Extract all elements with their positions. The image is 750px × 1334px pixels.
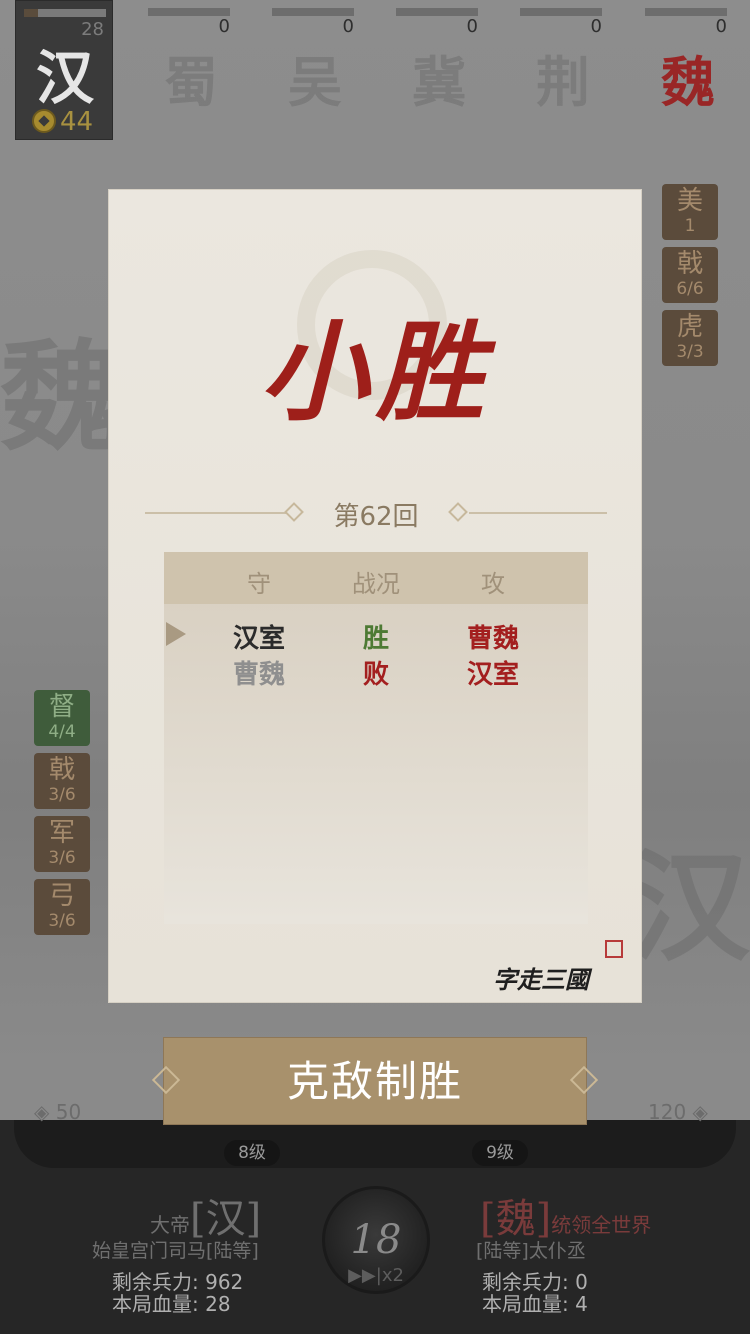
turn-counter-dial[interactable]: 18 ▶▶|x2 [322, 1186, 430, 1294]
coin-icon [32, 109, 56, 133]
left-level-badge: 8级 [224, 1140, 280, 1166]
left-power: ◈ 50 [34, 1100, 82, 1124]
game-signature: 字走三國 [493, 965, 589, 994]
skill-chip-char: 军 [48, 818, 75, 848]
skill-chip-jun[interactable]: 军 3/6 [34, 816, 90, 872]
faction-glyph: 魏 [661, 50, 715, 114]
skill-chip-value: 6/6 [676, 279, 704, 299]
table-header: 守 战况 攻 [164, 552, 588, 604]
speed-toggle[interactable]: ▶▶|x2 [325, 1265, 427, 1286]
faction-glyph: 蜀 [164, 50, 218, 114]
faction-wei[interactable]: 0 魏 [645, 0, 729, 114]
background-ink-wei: 魏 [0, 327, 120, 468]
faction-progress-bar [272, 8, 354, 16]
faction-count: 0 [466, 16, 478, 37]
fist-icon: ◈ [692, 1100, 708, 1124]
right-player-subtitle: [陆等]太仆丞 [476, 1240, 586, 1262]
turn-number: 18 [350, 1217, 402, 1263]
row1-attacker: 曹魏 [466, 624, 519, 654]
faction-count: 0 [715, 16, 727, 37]
current-row-arrow-icon [166, 622, 186, 646]
skill-chip-value: 3/3 [676, 342, 704, 362]
faction-ji[interactable]: 0 冀 [396, 0, 480, 114]
header-attacker: 攻 [481, 570, 505, 598]
left-hp: 本局血量: 28 [112, 1292, 231, 1316]
faction-count: 0 [218, 16, 230, 37]
skill-chip-value: 4/4 [48, 722, 76, 742]
skill-chip-value: 3/6 [48, 911, 76, 931]
confirm-victory-button[interactable]: 克敌制胜 [151, 1037, 599, 1125]
player-faction-glyph: 汉 [36, 44, 95, 112]
faction-progress-bar [520, 8, 602, 16]
skill-chip-value: 3/6 [48, 848, 76, 868]
faction-progress-bar [396, 8, 478, 16]
skill-chip-ji[interactable]: 戟 6/6 [662, 247, 718, 303]
bottom-arc [14, 1120, 736, 1168]
faction-glyph: 荆 [536, 50, 590, 114]
fist-icon: ◈ [34, 1100, 50, 1124]
faction-count: 0 [590, 16, 602, 37]
background-ink-han: 汉 [630, 837, 750, 978]
faction-progress-bar [148, 8, 230, 16]
skill-chip-char: 戟 [676, 249, 703, 279]
faction-jing[interactable]: 0 荆 [520, 0, 604, 114]
player-progress-bar [24, 9, 106, 17]
right-hp: 本局血量: 4 [482, 1292, 588, 1316]
faction-glyph: 冀 [412, 50, 466, 114]
skill-chip-char: 督 [48, 692, 75, 722]
right-level-badge: 9级 [472, 1140, 528, 1166]
faction-progress-bar [645, 8, 727, 16]
faction-count: 0 [342, 16, 354, 37]
skill-chip-char: 戟 [48, 755, 75, 785]
battle-result-modal: 小胜 第62回 守 战况 攻 汉室 胜 曹魏 曹魏 败 汉室 字走三國 [108, 189, 642, 1003]
left-player-subtitle: 始皇宫门司马[陆等] [92, 1240, 259, 1262]
skill-chip-gong[interactable]: 弓 3/6 [34, 879, 90, 935]
skill-chip-ji[interactable]: 戟 3/6 [34, 753, 90, 809]
battle-table: 守 战况 攻 汉室 胜 曹魏 曹魏 败 汉室 [164, 552, 588, 924]
skill-chip-value: 1 [684, 216, 696, 236]
faction-glyph: 吴 [288, 50, 342, 114]
player-faction-card[interactable]: 28 汉 44 [15, 0, 113, 140]
seal-stamp-icon [605, 940, 623, 958]
round-label: 第62回 [333, 502, 419, 532]
row1-defender: 汉室 [232, 624, 285, 654]
header-status: 战况 [352, 570, 400, 598]
row2-attacker: 汉室 [466, 660, 519, 690]
skill-chip-char: 弓 [48, 881, 75, 911]
skill-chip-value: 3/6 [48, 785, 76, 805]
row2-status: 败 [362, 660, 389, 690]
right-power: 120 ◈ [648, 1100, 708, 1124]
skill-chip-char: 美 [676, 186, 703, 216]
skill-chip-hu[interactable]: 虎 3/3 [662, 310, 718, 366]
faction-shu[interactable]: 0 蜀 [148, 0, 232, 114]
player-gold: 44 [60, 107, 94, 137]
row1-status: 胜 [362, 624, 389, 654]
header-defender: 守 [247, 570, 271, 598]
faction-wu[interactable]: 0 吴 [272, 0, 356, 114]
confirm-victory-label: 克敌制胜 [286, 1057, 463, 1106]
row2-defender: 曹魏 [232, 660, 285, 690]
skill-chip-mei[interactable]: 美 1 [662, 184, 718, 240]
result-title: 小胜 [259, 310, 492, 436]
skill-chip-char: 虎 [676, 312, 703, 342]
skill-chip-du[interactable]: 督 4/4 [34, 690, 90, 746]
